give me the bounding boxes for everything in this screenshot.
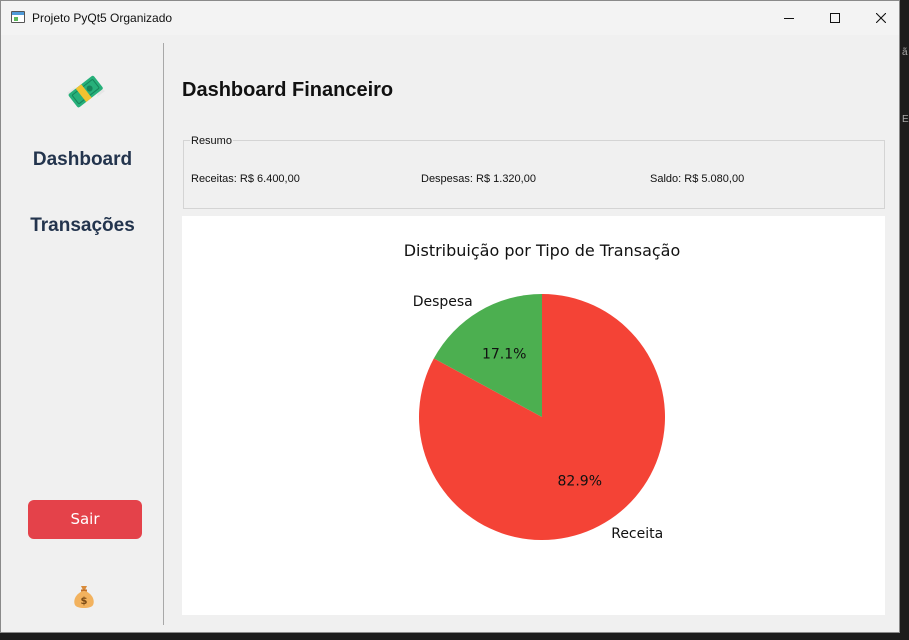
sidebar-item-dashboard[interactable]: Dashboard: [1, 149, 164, 171]
app-icon: [11, 11, 25, 23]
logout-button[interactable]: Sair: [28, 500, 142, 539]
close-icon: [876, 13, 886, 23]
sidebar-item-transacoes[interactable]: Transações: [1, 215, 164, 237]
pie-category-label-receita: Receita: [611, 526, 663, 542]
summary-legend: Resumo: [190, 135, 233, 147]
window-title: Projeto PyQt5 Organizado: [32, 11, 173, 25]
pie-category-label-despesa: Despesa: [413, 294, 473, 310]
edge-glyph-top: ã: [902, 47, 908, 58]
app-window: Projeto PyQt5 Organizado Dashboard Trans…: [0, 0, 900, 633]
pie-percent-label-despesa: 17.1%: [482, 347, 526, 363]
svg-text:$: $: [81, 596, 88, 607]
sidebar: [1, 35, 164, 632]
pie-percent-label-receita: 82.9%: [558, 473, 602, 489]
chart-panel: Distribuição por Tipo de Transação 82.9%…: [182, 216, 885, 615]
money-with-wings-icon: [65, 71, 107, 117]
money-bag-icon: $: [70, 583, 98, 615]
minimize-icon: [784, 18, 794, 19]
edge-glyph-bottom: E: [902, 114, 909, 125]
maximize-button[interactable]: [812, 1, 858, 35]
close-button[interactable]: [858, 1, 899, 35]
maximize-icon: [830, 13, 840, 23]
sidebar-divider: [163, 43, 164, 625]
page-title: Dashboard Financeiro: [182, 79, 394, 101]
title-bar[interactable]: Projeto PyQt5 Organizado: [1, 1, 899, 35]
summary-despesas: Despesas: R$ 1.320,00: [421, 173, 536, 185]
summary-saldo: Saldo: R$ 5.080,00: [650, 173, 745, 185]
pie-chart: Distribuição por Tipo de Transação 82.9%…: [404, 241, 681, 542]
chart-title: Distribuição por Tipo de Transação: [404, 241, 681, 260]
summary-receitas: Receitas: R$ 6.400,00: [191, 173, 300, 185]
minimize-button[interactable]: [766, 1, 812, 35]
